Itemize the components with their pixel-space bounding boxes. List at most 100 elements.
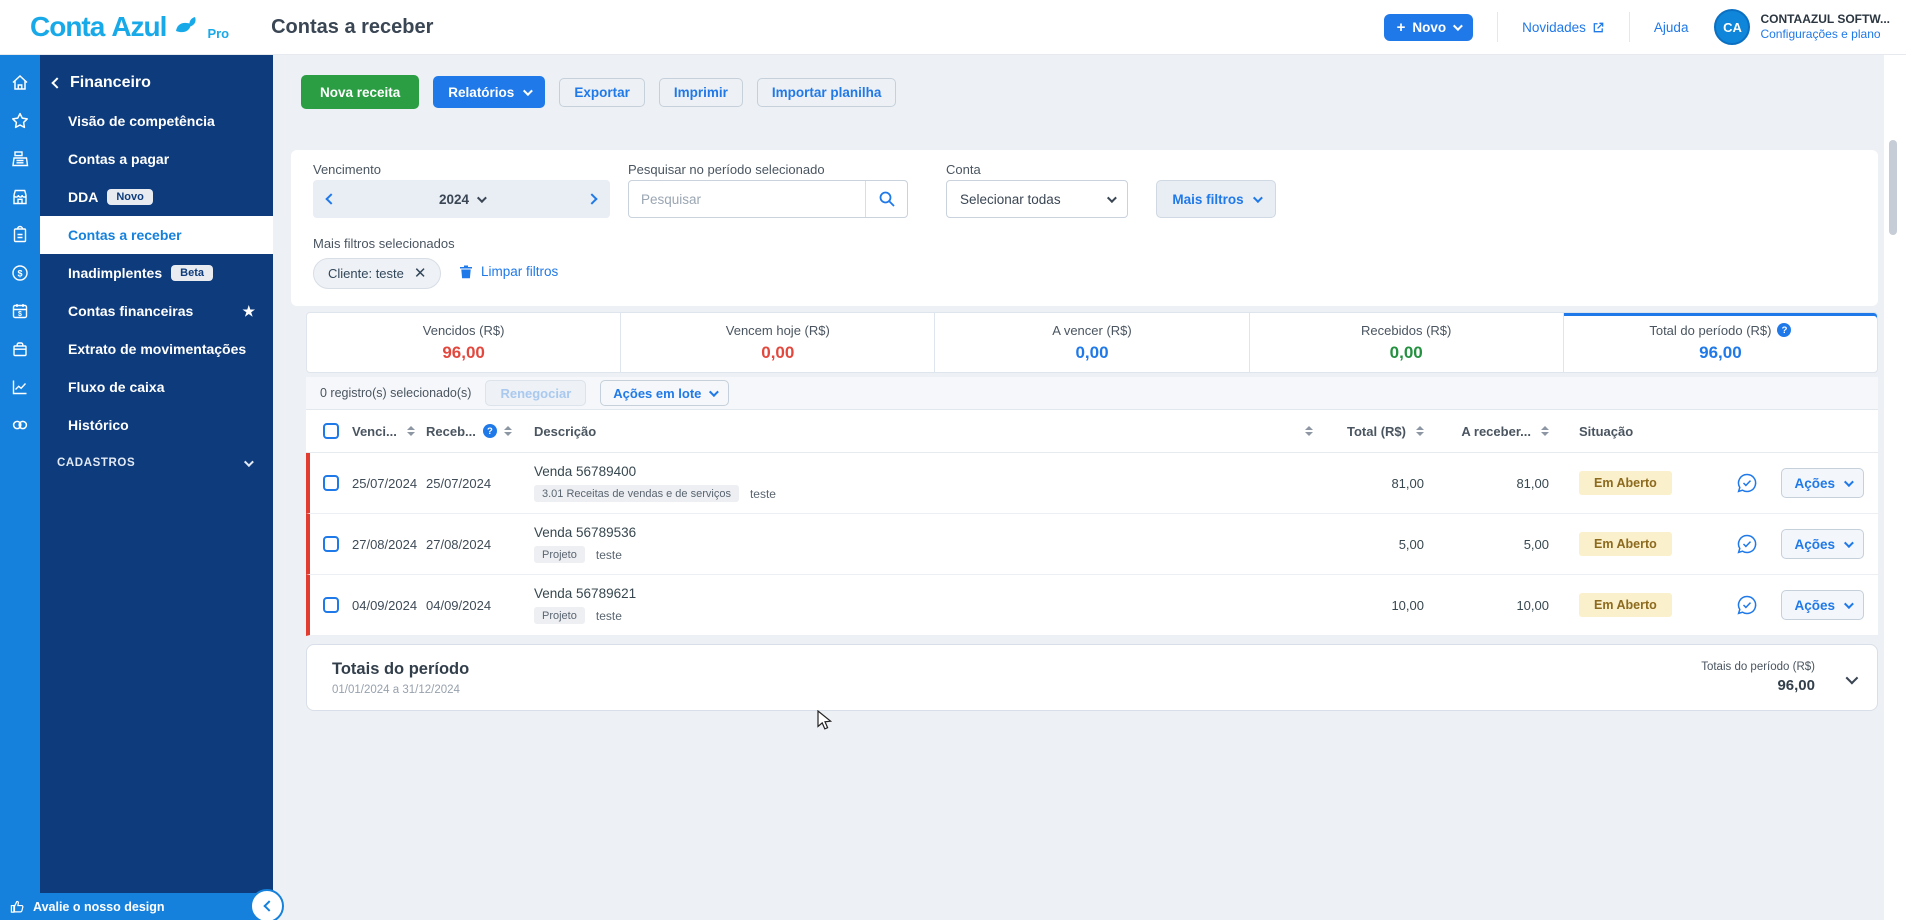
renegociar-button[interactable]: Renegociar — [485, 380, 587, 406]
sidebar-item-label: Fluxo de caixa — [68, 379, 165, 395]
remove-chip-icon[interactable]: ✕ — [414, 266, 427, 281]
novidades-label: Novidades — [1522, 19, 1586, 35]
sidebar-item-inadimplentes[interactable]: Inadimplentes Beta — [40, 254, 273, 292]
search-button[interactable] — [865, 181, 907, 217]
client-tag: teste — [595, 608, 622, 623]
card-total-periodo[interactable]: Total do período (R$) ? 96,00 — [1562, 312, 1879, 373]
col-descricao-label: Descrição — [534, 423, 597, 439]
app-window: Conta Azul Pro Contas a receber + Novo N… — [0, 0, 1906, 920]
sort-total[interactable] — [1416, 426, 1424, 436]
novo-badge: Novo — [107, 189, 153, 205]
account-settings-link[interactable]: Configurações e plano — [1760, 27, 1890, 41]
card-value: 0,00 — [761, 342, 795, 362]
sidebar-item-contas-a-pagar[interactable]: Contas a pagar — [40, 140, 273, 178]
row-description[interactable]: Venda 56789621 — [534, 586, 1294, 601]
next-period-button[interactable] — [586, 193, 598, 205]
chevron-left-icon — [51, 77, 63, 89]
ajuda-link[interactable]: Ajuda — [1654, 20, 1689, 35]
sidebar-item-label: Extrato de movimentações — [68, 341, 247, 357]
conta-select[interactable]: Selecionar todas — [946, 180, 1128, 218]
sidebar-section-cadastros[interactable]: CADASTROS — [40, 444, 273, 482]
account-menu[interactable]: CONTAAZUL SOFTW... Configurações e plano — [1760, 12, 1890, 41]
row-checkbox[interactable] — [323, 536, 339, 552]
acoes-button[interactable]: Ações — [1781, 468, 1864, 498]
select-all-checkbox[interactable] — [323, 423, 339, 439]
importar-planilha-button[interactable]: Importar planilha — [756, 77, 897, 107]
sidebar-item-historico[interactable]: Histórico — [40, 406, 273, 444]
sidebar-item-visao-de-competencia[interactable]: Visão de competência — [40, 102, 273, 140]
avatar[interactable]: CA — [1714, 9, 1751, 45]
link-icon[interactable] — [0, 406, 40, 444]
imprimir-button[interactable]: Imprimir — [658, 77, 743, 107]
year-dropdown[interactable]: 2024 — [439, 192, 487, 207]
row-checkbox[interactable] — [323, 597, 339, 613]
dollar-circle-icon[interactable]: $ — [0, 254, 40, 292]
scrollbar-thumb[interactable] — [1889, 140, 1897, 235]
limpar-filtros-link[interactable]: Limpar filtros — [459, 264, 558, 279]
sidebar-section-financeiro[interactable]: Financeiro — [40, 64, 273, 102]
home-icon[interactable] — [0, 64, 40, 102]
chat-check-icon[interactable] — [1735, 471, 1759, 495]
cash-register-icon[interactable] — [0, 140, 40, 178]
calendar-dollar-icon[interactable]: $ — [0, 292, 40, 330]
sidebar-item-fluxo-de-caixa[interactable]: Fluxo de caixa — [40, 368, 273, 406]
card-a-vencer[interactable]: A vencer (R$) 0,00 — [934, 312, 1250, 373]
rate-design-bar[interactable]: Avalie o nosso design — [0, 893, 273, 920]
box-icon[interactable] — [0, 330, 40, 368]
card-value: 0,00 — [1075, 342, 1109, 362]
nova-receita-button[interactable]: Nova receita — [301, 75, 420, 109]
totals-expand-button[interactable] — [1845, 671, 1859, 689]
row-description[interactable]: Venda 56789400 — [534, 464, 1294, 479]
sidebar-item-dda[interactable]: DDA Novo — [40, 178, 273, 216]
clipboard-icon[interactable] — [0, 216, 40, 254]
row-description[interactable]: Venda 56789536 — [534, 525, 1294, 540]
help-icon[interactable]: ? — [482, 424, 497, 438]
table-row: 04/09/2024 04/09/2024 Venda 56789621 Pro… — [306, 575, 1878, 636]
chat-check-icon[interactable] — [1735, 593, 1759, 617]
relatorios-button[interactable]: Relatórios — [433, 76, 546, 108]
acoes-button[interactable]: Ações — [1781, 529, 1864, 559]
acoes-button[interactable]: Ações — [1781, 590, 1864, 620]
sidebar-collapse-button[interactable] — [250, 889, 284, 920]
store-icon[interactable] — [0, 178, 40, 216]
card-vencidos[interactable]: Vencidos (R$) 96,00 — [306, 312, 622, 373]
sort-extra[interactable] — [1305, 426, 1313, 436]
sidebar-item-label: Contas a pagar — [68, 151, 170, 167]
card-vencem-hoje[interactable]: Vencem hoje (R$) 0,00 — [620, 312, 936, 373]
row-checkbox[interactable] — [323, 475, 339, 491]
previous-period-button[interactable] — [325, 193, 337, 205]
sidebar-item-contas-financeiras[interactable]: Contas financeiras ★ — [40, 292, 273, 330]
total-value: 10,00 — [1391, 597, 1424, 613]
search-input[interactable] — [629, 181, 865, 217]
novo-button[interactable]: + Novo — [1383, 13, 1474, 41]
search-icon — [879, 191, 895, 207]
divider — [1628, 12, 1630, 42]
card-recebidos[interactable]: Recebidos (R$) 0,00 — [1248, 312, 1564, 373]
card-label: Vencem hoje (R$) — [725, 322, 830, 338]
chat-check-icon[interactable] — [1735, 532, 1759, 556]
search-label: Pesquisar no período selecionado — [628, 162, 825, 177]
help-icon[interactable]: ? — [1777, 323, 1792, 337]
sidebar-item-extrato-de-movimentacoes[interactable]: Extrato de movimentações — [40, 330, 273, 368]
card-label: Total do período (R$) ? — [1649, 323, 1792, 338]
external-link-icon — [1593, 22, 1604, 32]
svg-text:$: $ — [17, 269, 22, 279]
main-content: Nova receita Relatórios Exportar Imprimi… — [273, 55, 1884, 920]
star-icon[interactable] — [0, 102, 40, 140]
filter-chip-cliente[interactable]: Cliente: teste ✕ — [313, 258, 442, 289]
category-tag: Projeto — [534, 546, 585, 563]
exportar-button[interactable]: Exportar — [559, 77, 645, 107]
acoes-em-lote-button[interactable]: Ações em lote — [600, 380, 730, 406]
col-total-label: Total (R$) — [1347, 423, 1406, 439]
receivables-table: 0 registro(s) selecionado(s) Renegociar … — [306, 377, 1878, 636]
sidebar-item-contas-a-receber[interactable]: Contas a receber — [40, 216, 273, 254]
novidades-link[interactable]: Novidades — [1522, 20, 1605, 35]
sort-recebimento[interactable] — [503, 426, 512, 436]
mais-filtros-button[interactable]: Mais filtros — [1156, 180, 1276, 218]
sort-vencimento[interactable] — [406, 426, 415, 436]
relatorios-label: Relatórios — [448, 84, 515, 100]
contaazul-logo[interactable]: Conta Azul Pro — [30, 11, 229, 43]
card-value: 96,00 — [442, 342, 485, 362]
sort-areceber[interactable] — [1541, 426, 1549, 436]
chart-line-icon[interactable] — [0, 368, 40, 406]
